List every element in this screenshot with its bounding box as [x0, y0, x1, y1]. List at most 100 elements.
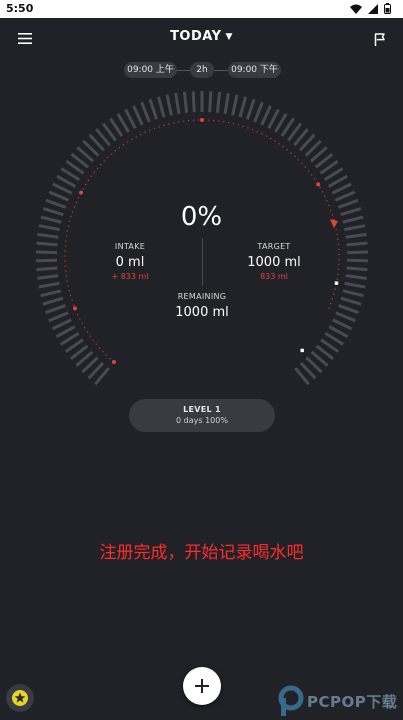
- gauge-tick: [148, 98, 158, 120]
- schedule-dot: [247, 127, 249, 129]
- intake-value: 0 ml: [115, 255, 145, 270]
- target-block[interactable]: TARGET 1000 ml 833 ml: [234, 242, 314, 281]
- gauge-tick: [346, 241, 368, 247]
- schedule-dot: [192, 119, 195, 121]
- schedule-dot: [278, 143, 280, 145]
- schedule-dot: [222, 121, 225, 123]
- watermark: PCPOP下载: [278, 683, 403, 719]
- schedule-dot: [81, 322, 83, 325]
- schedule-dot: [65, 235, 68, 237]
- schedule-marker: [200, 118, 204, 122]
- star-badge-icon: [12, 690, 28, 706]
- target-sub: 833 ml: [260, 272, 288, 281]
- schedule-dot: [265, 135, 268, 137]
- gauge-tick: [37, 274, 59, 280]
- schedule-dot: [304, 166, 307, 168]
- level-title: LEVEL 1: [183, 405, 221, 414]
- gauge-tick: [346, 266, 368, 272]
- registration-message: 注册完成，开始记录喝水吧: [99, 543, 304, 563]
- battery-icon: [384, 3, 391, 14]
- gauge-tick: [332, 318, 353, 331]
- schedule-dot: [105, 354, 108, 356]
- schedule-dot: [217, 120, 220, 122]
- achievement-button[interactable]: [6, 684, 34, 712]
- schedule-dot: [331, 298, 334, 300]
- gauge-tick: [45, 304, 66, 315]
- add-drink-button[interactable]: [183, 667, 221, 705]
- schedule-dot: [126, 141, 129, 143]
- gauge-tick: [274, 113, 288, 133]
- gauge-tick: [55, 325, 76, 339]
- caret-down-icon: ▼: [225, 32, 233, 42]
- schedule-dot: [313, 178, 316, 180]
- remaining-label: REMAINING: [177, 292, 227, 301]
- schedule-dot: [338, 263, 340, 266]
- status-bar: 5:50: [0, 0, 403, 18]
- schedule-dot: [66, 280, 68, 282]
- schedule-dot: [86, 331, 89, 333]
- level-badge[interactable]: LEVEL 1 0 days 100%: [129, 399, 275, 432]
- gauge-tick: [182, 91, 189, 113]
- interval-pill[interactable]: 2h: [190, 62, 214, 78]
- schedule-dot: [270, 137, 272, 140]
- schedule-dot: [237, 124, 240, 126]
- schedule-dot: [301, 162, 303, 165]
- schedule-dot: [109, 357, 111, 360]
- schedule-marker: [72, 306, 77, 311]
- time-marker: [334, 281, 339, 285]
- remaining-block: REMAINING 1000 ml: [152, 292, 252, 320]
- gauge-tick: [48, 190, 70, 202]
- status-time: 5:50: [6, 2, 34, 15]
- gauge-tick: [38, 281, 60, 289]
- date-selector[interactable]: TODAY ▼: [0, 29, 403, 44]
- schedule-dot: [336, 233, 338, 236]
- schedule-dot: [321, 191, 324, 193]
- schedule-dot: [251, 129, 254, 131]
- schedule-dot: [177, 121, 180, 123]
- schedule-dot: [84, 183, 87, 186]
- schedule-dot: [144, 131, 146, 134]
- gauge-tick: [246, 98, 256, 120]
- start-time-pill[interactable]: 09:00 上午: [124, 62, 177, 78]
- gauge-tick: [328, 325, 349, 339]
- gauge-tick: [165, 94, 173, 116]
- schedule-dot: [95, 343, 97, 345]
- schedule-dot: [153, 127, 156, 130]
- schedule-marker: [316, 182, 321, 187]
- schedule-dot: [163, 124, 165, 127]
- schedule-dot: [100, 163, 102, 166]
- schedule-dot: [65, 240, 67, 242]
- schedule-dot: [242, 125, 244, 128]
- gauge-tick: [223, 92, 230, 115]
- gauge-tick: [36, 241, 58, 247]
- gauge-tick: [327, 174, 348, 188]
- end-time-pill[interactable]: 09:00 下午: [228, 62, 281, 78]
- schedule-dot: [334, 288, 336, 290]
- intake-sub: + 833 ml: [111, 272, 149, 281]
- schedule-dot: [286, 149, 288, 151]
- level-sub: 0 days 100%: [176, 416, 228, 425]
- gauge-tick: [231, 94, 239, 116]
- gauge-tick: [324, 332, 344, 346]
- schedule-dot: [337, 243, 340, 246]
- schedule-dot: [71, 299, 73, 302]
- schedule-dot: [173, 122, 175, 124]
- schedule-dot: [336, 278, 338, 281]
- schedule-dot: [338, 248, 340, 251]
- schedule-dot: [328, 307, 330, 310]
- gauge-tick: [208, 91, 213, 113]
- gauge-tick: [335, 311, 356, 323]
- flag-icon: [374, 32, 385, 46]
- gauge-tick: [260, 105, 272, 126]
- schedule-dot: [122, 144, 125, 146]
- gauge-tick: [331, 182, 352, 195]
- gauge-tick: [267, 108, 280, 129]
- gauge-tick: [340, 296, 362, 306]
- gauge-tick: [52, 182, 73, 195]
- schedule-dot: [294, 155, 296, 158]
- schedule-dot: [92, 339, 94, 341]
- flag-button[interactable]: [369, 28, 391, 50]
- schedule-row: 09:00 上午 2h 09:00 下午: [0, 62, 403, 78]
- gauge-tick: [338, 304, 359, 315]
- gauge-tick: [238, 96, 248, 118]
